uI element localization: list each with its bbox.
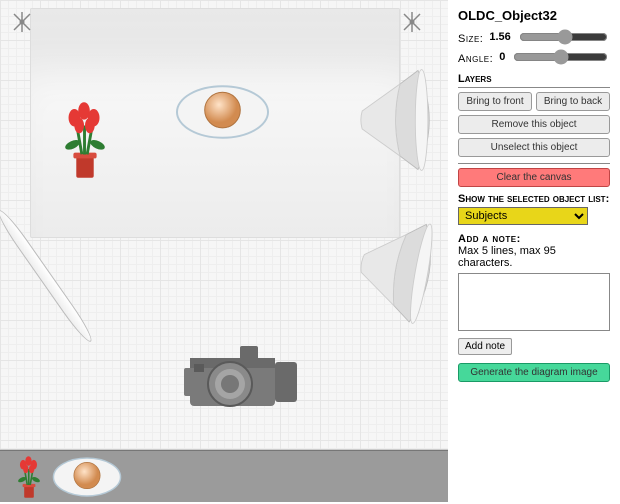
clear-canvas-button[interactable]: Clear the canvas	[458, 168, 610, 187]
note-hint: Max 5 lines, max 95 characters.	[458, 245, 556, 269]
note-textarea[interactable]	[458, 273, 610, 331]
camera[interactable]	[180, 340, 300, 415]
size-label: Size:	[458, 33, 483, 45]
softbox-icon	[355, 60, 445, 180]
subject-icon	[52, 455, 122, 499]
tray-flower[interactable]	[10, 453, 48, 501]
size-value: 1.56	[489, 31, 510, 43]
unselect-object-button[interactable]: Unselect this object	[458, 138, 610, 157]
tray-subject[interactable]	[52, 455, 122, 499]
object-list-heading: Show the selected object list:	[458, 193, 610, 207]
softbox-icon	[345, 203, 454, 337]
object-name: OLDC_Object32	[458, 8, 610, 23]
layers-heading: Layers	[458, 73, 610, 88]
object-tray[interactable]	[0, 450, 448, 502]
size-slider[interactable]	[519, 29, 608, 45]
light-stand-right[interactable]	[400, 10, 424, 34]
angle-value: 0	[499, 51, 505, 63]
flower-icon	[10, 453, 48, 501]
remove-object-button[interactable]: Remove this object	[458, 115, 610, 134]
lightstand-icon	[10, 10, 34, 34]
flower-icon	[55, 95, 115, 185]
angle-label: Angle:	[458, 53, 493, 65]
object-list-select[interactable]: Subjects	[458, 207, 588, 225]
softbox-upper[interactable]	[355, 60, 445, 180]
light-stand-left[interactable]	[10, 10, 34, 34]
properties-panel: OLDC_Object32 Size: 1.56 Angle: 0 Layers…	[448, 0, 620, 503]
subject-icon	[175, 82, 270, 142]
bring-to-front-button[interactable]: Bring to front	[458, 92, 532, 111]
lightstand-icon	[400, 10, 424, 34]
softbox-lower[interactable]	[345, 203, 454, 337]
note-heading: Add a note:	[458, 233, 521, 245]
diagram-canvas[interactable]	[0, 0, 448, 450]
add-note-button[interactable]: Add note	[458, 338, 512, 355]
camera-icon	[180, 340, 300, 415]
flower-pot[interactable]	[55, 95, 115, 185]
generate-image-button[interactable]: Generate the diagram image	[458, 363, 610, 382]
subject-head[interactable]	[175, 82, 270, 142]
angle-slider[interactable]	[513, 49, 608, 65]
bring-to-back-button[interactable]: Bring to back	[536, 92, 610, 111]
